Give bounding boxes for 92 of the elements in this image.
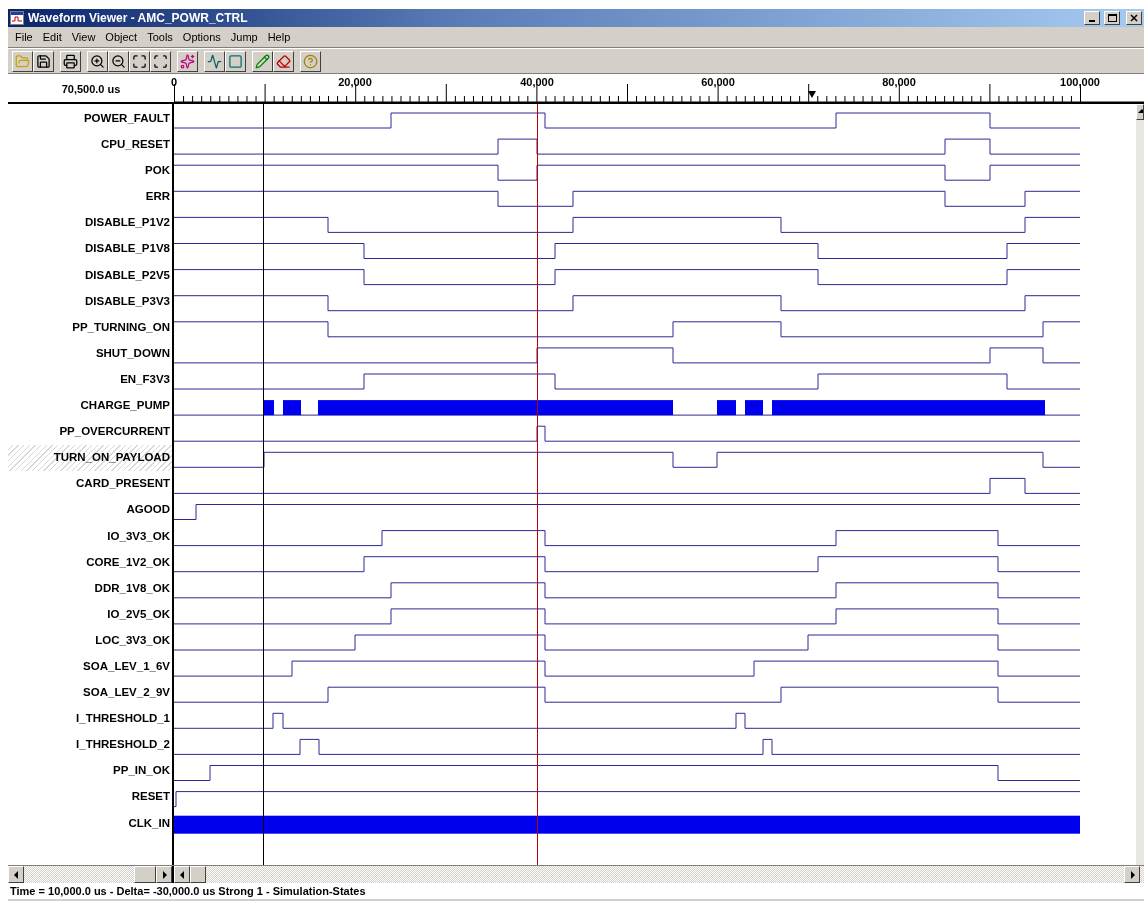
close-icon: [1130, 14, 1138, 22]
scroll-thumb[interactable]: [190, 866, 206, 883]
signal-name[interactable]: RESET: [8, 784, 172, 811]
save-button[interactable]: [33, 50, 54, 72]
menu-item[interactable]: Options: [177, 31, 226, 43]
tool-button[interactable]: [177, 50, 198, 72]
frame-icon: [153, 53, 168, 69]
horizontal-scrollbar[interactable]: [174, 866, 1144, 883]
signal-name[interactable]: ERR: [8, 184, 172, 211]
folder-icon: [15, 53, 30, 69]
menu-item[interactable]: Tools: [142, 31, 178, 43]
signal-name[interactable]: LOC_3V3_OK: [8, 627, 172, 654]
menu-item[interactable]: Object: [100, 31, 143, 43]
menu-item[interactable]: Jump: [225, 31, 263, 43]
ruler-label: 0: [170, 76, 178, 88]
ruler-label: 40,000: [520, 76, 554, 88]
up-arrow-icon: [1137, 108, 1143, 116]
close-button[interactable]: [1126, 11, 1142, 25]
signal-name[interactable]: EN_F3V3: [8, 366, 172, 394]
scroll-right-button[interactable]: [156, 866, 172, 883]
horizontal-scrollbar[interactable]: [8, 866, 174, 883]
ruler-label: 60,000: [701, 76, 735, 88]
menu-item[interactable]: Help: [262, 31, 296, 43]
signal-name[interactable]: DISABLE_P2V5: [8, 262, 172, 289]
zoom-out-button[interactable]: [108, 50, 129, 72]
zoom-out-icon: [111, 53, 126, 69]
minimize-button[interactable]: [1084, 11, 1100, 25]
vertical-scrollbar[interactable]: [1136, 104, 1144, 865]
signal-name[interactable]: DISABLE_P1V8: [8, 236, 172, 263]
signal-name[interactable]: AGOOD: [8, 497, 172, 524]
window-button[interactable]: [225, 50, 246, 72]
signal-name[interactable]: CPU_RESET: [8, 132, 172, 159]
zoom-in-icon: [90, 53, 105, 69]
pencil-button[interactable]: [252, 50, 273, 72]
maximize-icon: [1107, 14, 1117, 22]
marker-icon[interactable]: [808, 91, 816, 98]
maximize-button[interactable]: [1104, 11, 1120, 25]
signal-name[interactable]: CHARGE_PUMP: [8, 393, 172, 420]
menu-item[interactable]: View: [66, 31, 101, 43]
right-arrow-icon: [1129, 870, 1135, 879]
sparkle-icon: [180, 53, 195, 69]
eraser-icon: [276, 53, 291, 69]
signal-name[interactable]: IO_3V3_OK: [8, 523, 172, 550]
signal-name[interactable]: DDR_1V8_OK: [8, 575, 172, 602]
signal-name[interactable]: SOA_LEV_2_9V: [8, 680, 172, 707]
signal-name[interactable]: PP_TURNING_ON: [8, 314, 172, 341]
scroll-thumb[interactable]: [134, 866, 156, 883]
scroll-right-button[interactable]: [1124, 866, 1140, 883]
printer-icon: [63, 53, 78, 69]
right-arrow-icon: [161, 870, 167, 879]
ruler-label: 100,000: [1060, 76, 1100, 88]
signal-name[interactable]: TURN_ON_PAYLOAD: [8, 445, 172, 472]
zoom-in-button[interactable]: [87, 50, 108, 72]
help-icon: [303, 53, 318, 69]
open-button[interactable]: [12, 50, 33, 72]
zoom-fit-button[interactable]: [129, 50, 150, 72]
zoom-area-button[interactable]: [150, 50, 171, 72]
eraser-button[interactable]: [273, 50, 294, 72]
signal-name[interactable]: I_THRESHOLD_1: [8, 706, 172, 733]
signal-name[interactable]: SOA_LEV_1_6V: [8, 653, 172, 681]
ruler-label: 20,000: [338, 76, 372, 88]
menu-item[interactable]: File: [10, 31, 38, 43]
ruler-label: 80,000: [882, 76, 916, 88]
signal-name[interactable]: PP_OVERCURRENT: [8, 419, 172, 446]
signal-name[interactable]: CARD_PRESENT: [8, 471, 172, 498]
signal-name[interactable]: PP_IN_OK: [8, 758, 172, 785]
waveform-icon: [207, 53, 222, 69]
scroll-left-button[interactable]: [174, 866, 190, 883]
waveform-button[interactable]: [204, 50, 225, 72]
signal-name[interactable]: SHUT_DOWN: [8, 340, 172, 367]
pencil-icon: [255, 53, 270, 69]
window-title: Waveform Viewer - AMC_POWR_CTRL: [28, 11, 249, 25]
menu-item[interactable]: Edit: [37, 31, 67, 43]
status-text: Time = 10,000.0 us - Delta= -30,000.0 us Strong 1 - Simulation-States: [9, 885, 366, 897]
signal-name[interactable]: POWER_FAULT: [8, 106, 172, 133]
window-icon: [228, 53, 243, 69]
scroll-left-button[interactable]: [8, 866, 24, 883]
floppy-icon: [36, 53, 51, 69]
left-arrow-icon: [13, 870, 19, 879]
help-button[interactable]: [300, 50, 321, 72]
zoom-fit-icon: [132, 53, 147, 69]
left-arrow-icon: [179, 870, 185, 879]
signal-name[interactable]: DISABLE_P3V3: [8, 288, 172, 315]
print-button[interactable]: [60, 50, 81, 72]
scroll-up-button[interactable]: [1136, 104, 1144, 120]
signal-name[interactable]: I_THRESHOLD_2: [8, 732, 172, 759]
signal-name[interactable]: POK: [8, 158, 172, 185]
signal-name[interactable]: DISABLE_P1V2: [8, 210, 172, 237]
signal-name[interactable]: CORE_1V2_OK: [8, 549, 172, 576]
signal-name[interactable]: IO_2V5_OK: [8, 601, 172, 628]
signal-name[interactable]: CLK_IN: [8, 810, 172, 837]
app-icon: [10, 11, 24, 25]
